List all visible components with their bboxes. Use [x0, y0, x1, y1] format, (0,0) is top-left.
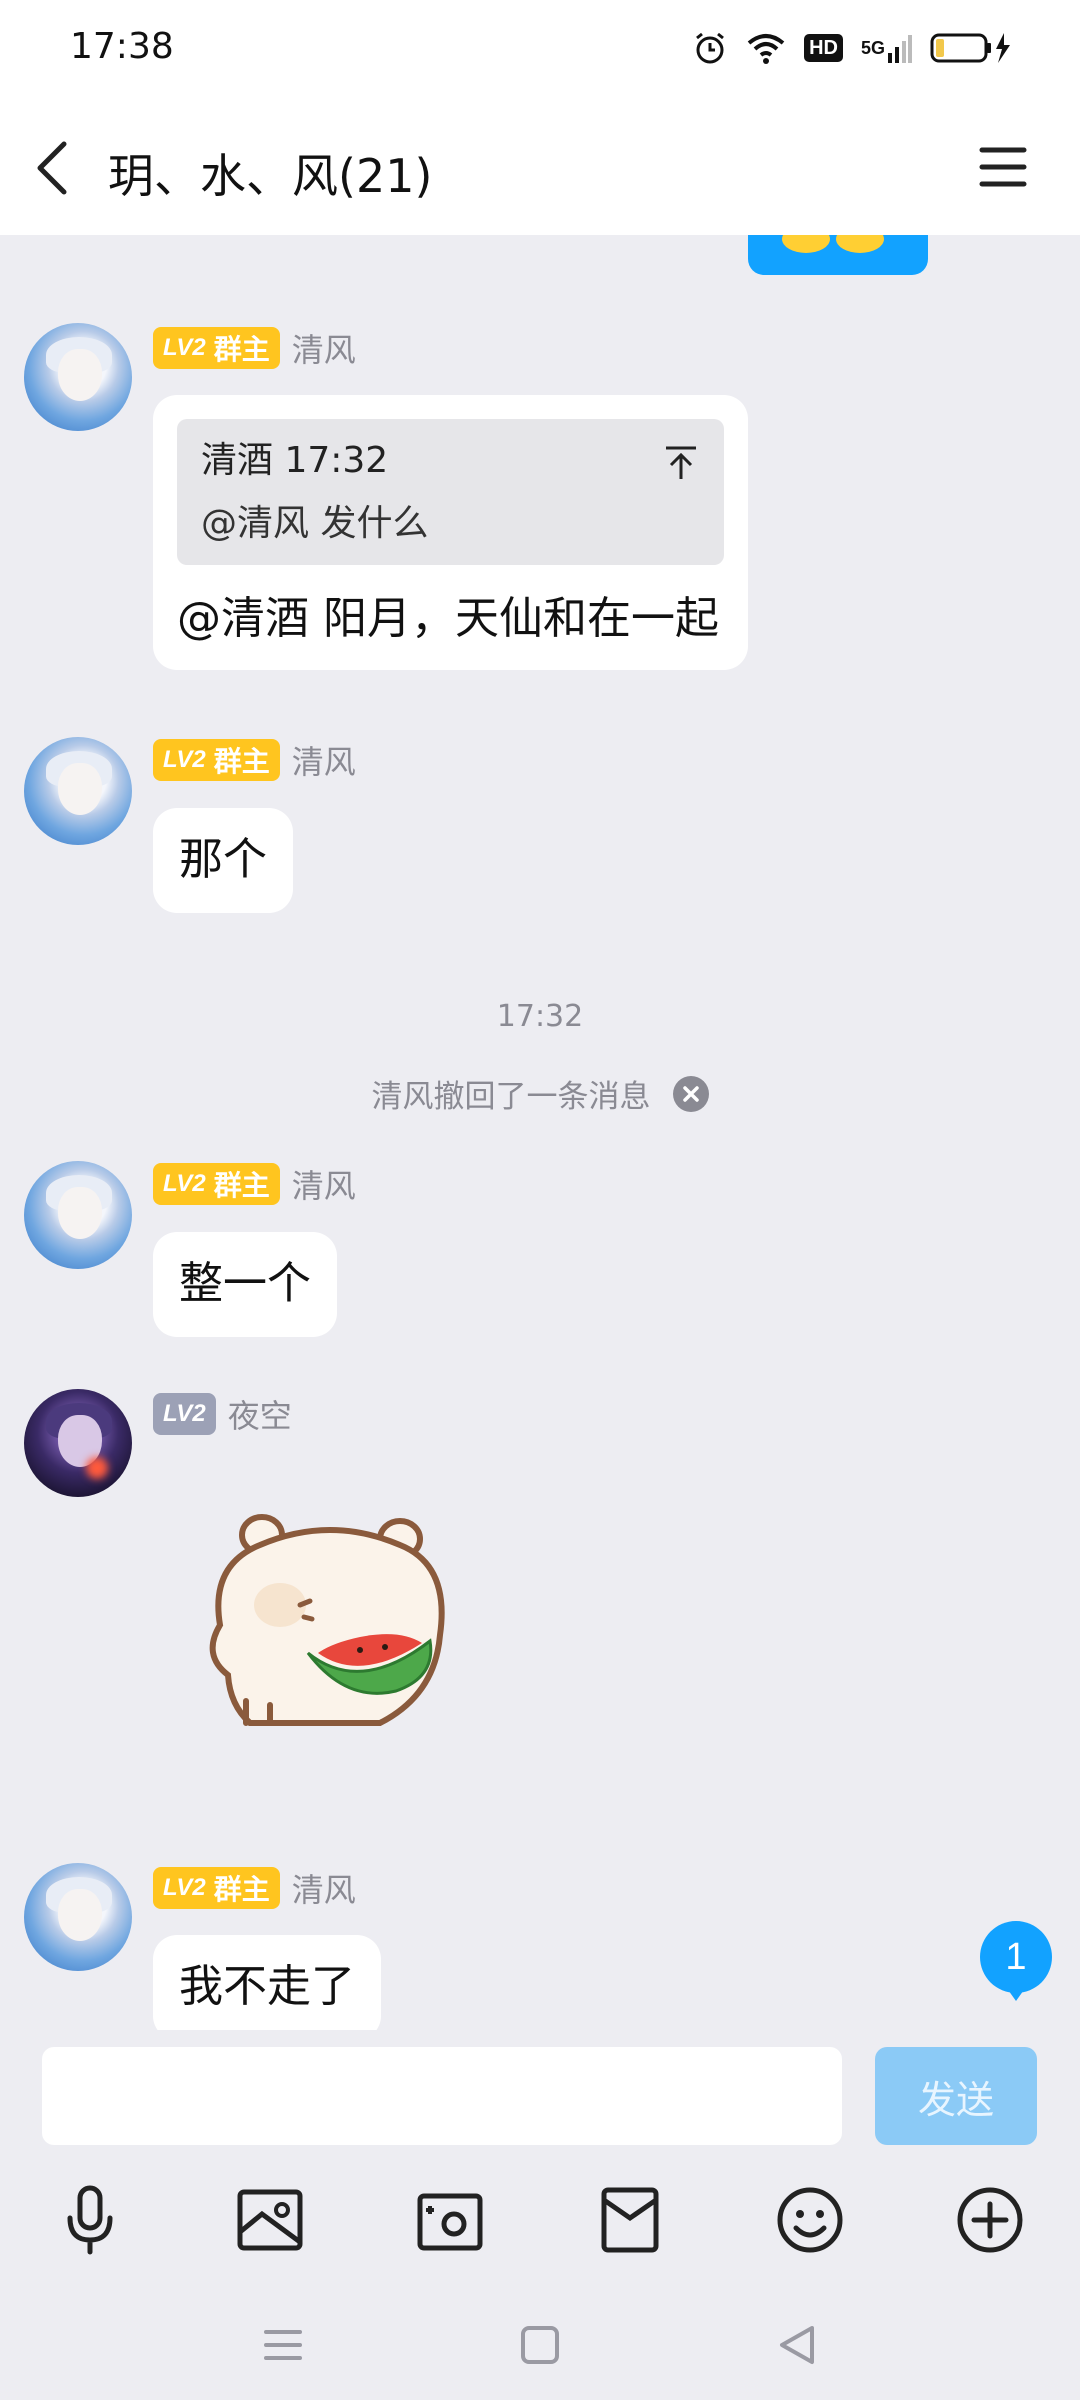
- network-type: 5G: [860, 38, 885, 58]
- plus-circle-icon[interactable]: [952, 2182, 1028, 2258]
- home-icon[interactable]: [515, 2320, 565, 2370]
- image-icon[interactable]: [232, 2182, 308, 2258]
- alarm-icon: [696, 32, 725, 64]
- recent-apps-icon[interactable]: [258, 2320, 308, 2370]
- message-input[interactable]: [42, 2047, 842, 2145]
- quoted-message[interactable]: 清酒 17:32 @清风 发什么: [177, 419, 724, 566]
- microphone-icon[interactable]: [52, 2182, 128, 2258]
- avatar[interactable]: [24, 1389, 132, 1497]
- menu-icon[interactable]: [978, 142, 1028, 192]
- avatar[interactable]: [24, 1161, 132, 1269]
- close-icon[interactable]: [672, 1075, 709, 1112]
- recall-notice: 清风撤回了一条消息: [0, 1071, 1080, 1116]
- avatar[interactable]: [24, 323, 132, 431]
- recall-text: 清风撤回了一条消息: [371, 1079, 651, 1115]
- message-meta: LV2 群主 清风: [153, 737, 356, 783]
- emoji-icon[interactable]: [772, 2182, 848, 2258]
- sender-name[interactable]: 清风: [292, 1865, 356, 1911]
- message-meta: LV2 群主 清风: [153, 1865, 356, 1911]
- system-navigation-bar: [0, 2320, 1080, 2400]
- quote-header: 清酒 17:32: [201, 440, 389, 481]
- level-badge: LV2 群主: [153, 327, 280, 369]
- back-arrow-icon[interactable]: [30, 138, 80, 198]
- message-meta: LV2 夜空: [153, 1391, 292, 1437]
- battery-icon: [930, 33, 1010, 63]
- unread-count-badge[interactable]: 1: [980, 1921, 1052, 2003]
- scroll-to-quote-icon[interactable]: [664, 445, 698, 481]
- status-time: 17:38: [70, 26, 174, 67]
- composer: 发送: [0, 2030, 1080, 2400]
- signal-icon: [888, 35, 912, 63]
- hamster-watermelon-sticker[interactable]: [200, 1505, 470, 1745]
- avatar[interactable]: [24, 1863, 132, 1971]
- hd-badge: HD: [804, 34, 843, 62]
- status-bar: 17:38 HD 5G: [0, 0, 1080, 100]
- message-meta: LV2 群主 清风: [153, 325, 356, 371]
- level-badge: LV2 群主: [153, 1163, 280, 1205]
- red-packet-icon[interactable]: [592, 2182, 668, 2258]
- composer-toolbar: [0, 2182, 1080, 2272]
- message-bubble[interactable]: 那个: [153, 808, 293, 913]
- chat-header: 玥、水、风(21): [0, 100, 1080, 235]
- message-text: @清酒 阳月，天仙和在一起: [177, 593, 719, 645]
- emoji-icon: [782, 235, 884, 253]
- level-badge: LV2: [153, 1393, 216, 1435]
- sender-name[interactable]: 清风: [292, 737, 356, 783]
- time-separator: 17:32: [496, 999, 584, 1034]
- quote-text: @清风 发什么: [201, 503, 429, 545]
- partial-message-bubble[interactable]: [748, 235, 928, 275]
- sender-name[interactable]: 夜空: [228, 1391, 292, 1437]
- camera-icon[interactable]: [412, 2182, 488, 2258]
- back-nav-icon[interactable]: [772, 2320, 822, 2370]
- sender-name[interactable]: 清风: [292, 1161, 356, 1207]
- signal-indicator: 5G: [861, 33, 912, 63]
- level-badge: LV2 群主: [153, 1867, 280, 1909]
- avatar[interactable]: [24, 737, 132, 845]
- wifi-icon: [747, 34, 785, 64]
- message-meta: LV2 群主 清风: [153, 1161, 356, 1207]
- sender-name[interactable]: 清风: [292, 325, 356, 371]
- chat-title[interactable]: 玥、水、风(21): [108, 140, 432, 206]
- reply-message-bubble[interactable]: 清酒 17:32 @清风 发什么 @清酒 阳月，天仙和在一起: [153, 395, 748, 671]
- level-badge: LV2 群主: [153, 739, 280, 781]
- message-bubble[interactable]: 我不走了: [153, 1935, 381, 2030]
- message-list[interactable]: LV2 群主 清风 清酒 17:32 @清风 发什么 @清酒 阳月，天仙和在一起 …: [0, 235, 1080, 2030]
- send-button[interactable]: 发送: [875, 2047, 1037, 2145]
- message-bubble[interactable]: 整一个: [153, 1232, 337, 1337]
- svg-text:1: 1: [1005, 1936, 1026, 1978]
- status-icons: HD 5G: [692, 30, 1014, 66]
